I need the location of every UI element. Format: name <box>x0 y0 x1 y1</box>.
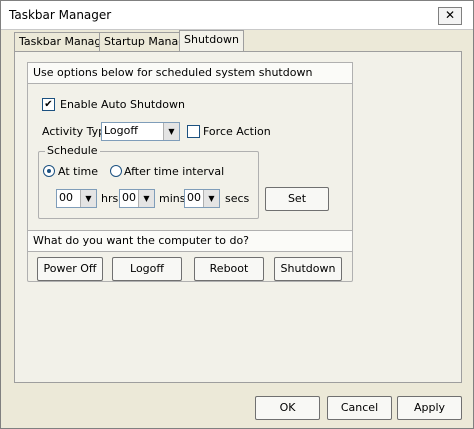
dropdown-arrow-icon: ▼ <box>138 190 154 207</box>
dropdown-arrow-icon: ▼ <box>203 190 219 207</box>
ok-button[interactable]: OK <box>255 396 320 420</box>
dropdown-arrow-icon: ▼ <box>80 190 96 207</box>
schedule-group <box>38 151 259 219</box>
hours-value: 00 <box>59 191 73 204</box>
after-interval-radio[interactable] <box>110 165 122 177</box>
taskbar-manager-window: Taskbar Manager ✕ Taskbar Manager Startu… <box>0 0 474 429</box>
at-time-radio[interactable] <box>43 165 55 177</box>
after-interval-label: After time interval <box>124 165 225 178</box>
shutdown-button[interactable]: Shutdown <box>274 257 342 281</box>
tab-shutdown[interactable]: Shutdown <box>179 30 244 51</box>
cancel-button[interactable]: Cancel <box>327 396 392 420</box>
minutes-select[interactable]: 00 ▼ <box>119 189 155 208</box>
at-time-label: At time <box>58 165 98 178</box>
activity-type-value: Logoff <box>104 124 138 137</box>
hours-select[interactable]: 00 ▼ <box>56 189 97 208</box>
force-action-label: Force Action <box>203 125 271 138</box>
force-action-checkbox[interactable] <box>187 125 200 138</box>
seconds-value: 00 <box>187 191 201 204</box>
logoff-button[interactable]: Logoff <box>112 257 182 281</box>
actions-header: What do you want the computer to do? <box>27 230 353 252</box>
hours-label: hrs <box>101 192 119 205</box>
options-header: Use options below for scheduled system s… <box>27 62 353 84</box>
seconds-select[interactable]: 00 ▼ <box>184 189 220 208</box>
set-button[interactable]: Set <box>265 187 329 211</box>
schedule-legend: Schedule <box>45 144 100 157</box>
shutdown-panel: Use options below for scheduled system s… <box>14 51 462 383</box>
close-button[interactable]: ✕ <box>438 7 462 25</box>
apply-button[interactable]: Apply <box>397 396 462 420</box>
reboot-button[interactable]: Reboot <box>194 257 264 281</box>
power-off-button[interactable]: Power Off <box>37 257 103 281</box>
check-icon: ✔ <box>44 99 53 110</box>
minutes-value: 00 <box>122 191 136 204</box>
dropdown-arrow-icon: ▼ <box>163 123 179 140</box>
enable-auto-shutdown-label: Enable Auto Shutdown <box>60 98 185 111</box>
window-title: Taskbar Manager <box>9 8 112 22</box>
seconds-label: secs <box>225 192 250 205</box>
enable-auto-shutdown-checkbox[interactable]: ✔ <box>42 98 55 111</box>
title-bar: Taskbar Manager ✕ <box>1 1 473 30</box>
activity-type-select[interactable]: Logoff ▼ <box>101 122 180 141</box>
minutes-label: mins <box>159 192 186 205</box>
